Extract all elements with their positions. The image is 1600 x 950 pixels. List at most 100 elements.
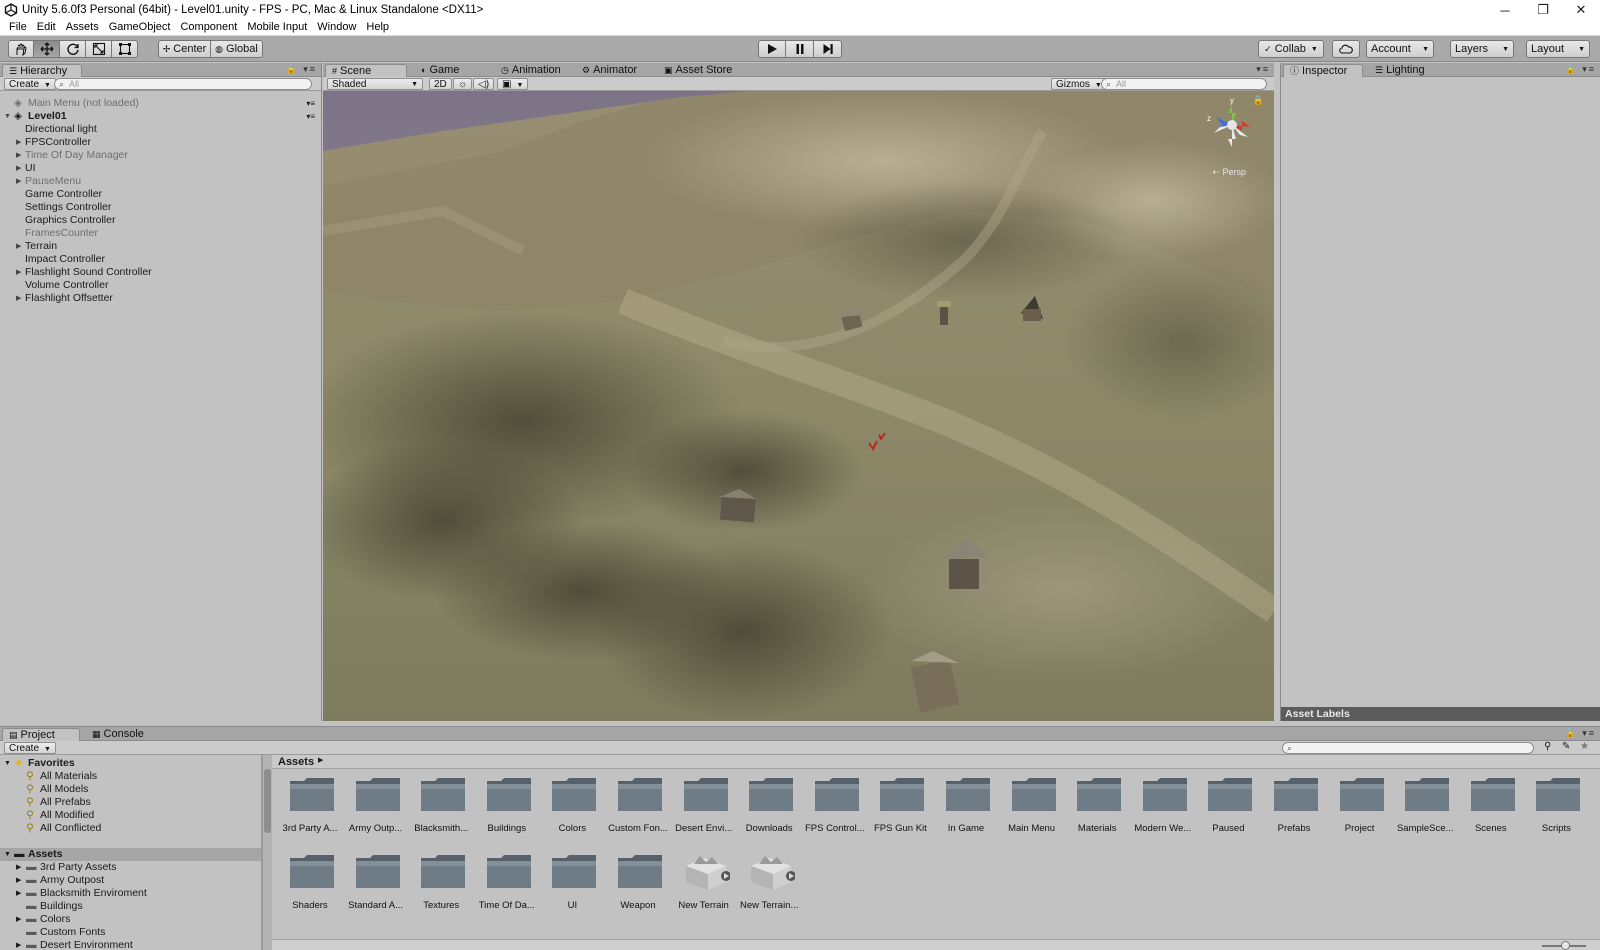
- gizmos-dropdown[interactable]: Gizmos ▼: [1051, 78, 1107, 90]
- hierarchy-item[interactable]: ▶ FPSController: [0, 136, 321, 149]
- scene-search-input[interactable]: ⌕ All: [1101, 78, 1267, 90]
- hierarchy-item[interactable]: Settings Controller: [0, 201, 321, 214]
- asset-tree-item[interactable]: ▶ ▬ Desert Environment: [0, 939, 261, 950]
- layers-dropdown[interactable]: Layers ▼: [1450, 40, 1514, 58]
- cloud-button[interactable]: [1332, 40, 1360, 58]
- tab-project[interactable]: ▤ Project: [2, 728, 80, 741]
- rotate-tool-button[interactable]: [60, 40, 86, 58]
- asset-tree-item[interactable]: ▶ ▬ 3rd Party Assets: [0, 861, 261, 874]
- folder-tile[interactable]: UI: [542, 848, 602, 918]
- hierarchy-search-input[interactable]: ⌕ All: [54, 78, 312, 90]
- folder-tile[interactable]: Buildings: [477, 771, 537, 841]
- assets-header[interactable]: ▼ ▬ Assets: [0, 848, 261, 861]
- favorite-item[interactable]: ⚲ All Models: [0, 783, 261, 796]
- folder-tile[interactable]: Colors: [542, 771, 602, 841]
- hierarchy-item[interactable]: ▶ Time Of Day Manager: [0, 149, 321, 162]
- hierarchy-create-button[interactable]: Create ▼: [4, 78, 56, 90]
- menu-assets[interactable]: Assets: [61, 21, 104, 33]
- hierarchy-item[interactable]: Impact Controller: [0, 253, 321, 266]
- view-gizmo[interactable]: y z: [1204, 97, 1260, 153]
- 2d-toggle-button[interactable]: 2D: [429, 78, 452, 90]
- expand-arrow-icon[interactable]: ▶: [16, 149, 21, 162]
- hierarchy-item[interactable]: Directional light: [0, 123, 321, 136]
- folder-tile[interactable]: SampleSce...: [1395, 771, 1455, 841]
- folder-tile[interactable]: Time Of Da...: [477, 848, 537, 918]
- hierarchy-item[interactable]: Game Controller: [0, 188, 321, 201]
- asset-tree-item[interactable]: ▬ Buildings: [0, 900, 261, 913]
- folder-tile[interactable]: Prefabs: [1264, 771, 1324, 841]
- expand-arrow-icon[interactable]: ▶: [16, 162, 21, 175]
- tab-lighting[interactable]: ☰ Lighting: [1369, 64, 1433, 77]
- folder-tile[interactable]: Desert Envi...: [674, 771, 734, 841]
- hierarchy-item[interactable]: Graphics Controller: [0, 214, 321, 227]
- asset-tree-item[interactable]: ▶ ▬ Colors: [0, 913, 261, 926]
- lock-icon[interactable]: 🔒: [1253, 95, 1264, 106]
- folder-tile[interactable]: FPS Gun Kit: [870, 771, 930, 841]
- folder-tile[interactable]: Standard A...: [346, 848, 406, 918]
- expand-arrow-icon[interactable]: ▶: [16, 939, 21, 950]
- folder-tile[interactable]: Modern We...: [1133, 771, 1193, 841]
- expand-arrow-icon[interactable]: ▶: [16, 136, 21, 149]
- menu-window[interactable]: Window: [312, 21, 361, 33]
- asset-tree-item[interactable]: ▬ Custom Fonts: [0, 926, 261, 939]
- shading-mode-dropdown[interactable]: Shaded ▼: [327, 78, 423, 90]
- filter-by-type-icon[interactable]: ⚲: [1544, 741, 1551, 752]
- pivot-global-button[interactable]: ◍ Global: [211, 40, 263, 58]
- expand-arrow-icon[interactable]: ▼: [4, 110, 11, 123]
- rect-tool-button[interactable]: [112, 40, 138, 58]
- hierarchy-item[interactable]: Volume Controller: [0, 279, 321, 292]
- collab-button[interactable]: ✓ Collab ▼: [1258, 40, 1324, 58]
- tab-game[interactable]: ◐ Game: [415, 64, 467, 77]
- scene-viewport[interactable]: y z ⇠ Persp 🔒: [323, 91, 1274, 721]
- panel-options-icon[interactable]: 🔒 ▾≡: [1565, 728, 1596, 739]
- expand-arrow-icon[interactable]: ▶: [16, 874, 21, 887]
- hierarchy-item[interactable]: ▶ Flashlight Offsetter: [0, 292, 321, 305]
- folder-tile[interactable]: In Game: [936, 771, 996, 841]
- favorites-header[interactable]: ▼ ★ Favorites: [0, 757, 261, 770]
- menu-component[interactable]: Component: [175, 21, 242, 33]
- menu-file[interactable]: File: [4, 21, 32, 33]
- expand-arrow-icon[interactable]: ▶: [16, 175, 21, 188]
- folder-tile[interactable]: Weapon: [608, 848, 668, 918]
- terrain-asset-tile[interactable]: New Terrain...: [739, 848, 799, 918]
- terrain-render[interactable]: [323, 91, 1274, 721]
- favorite-star-icon[interactable]: ★: [1580, 741, 1589, 752]
- expand-arrow-icon[interactable]: ▼: [4, 757, 11, 770]
- project-create-button[interactable]: Create ▼: [4, 742, 56, 754]
- tab-hierarchy[interactable]: ☰ Hierarchy: [2, 64, 82, 77]
- folder-tile[interactable]: Paused: [1198, 771, 1258, 841]
- folder-tile[interactable]: Scripts: [1526, 771, 1586, 841]
- favorite-item[interactable]: ⚲ All Materials: [0, 770, 261, 783]
- folder-tile[interactable]: FPS Control...: [805, 771, 865, 841]
- tab-console[interactable]: ▦ Console: [86, 728, 152, 741]
- menu-help[interactable]: Help: [361, 21, 394, 33]
- folder-tile[interactable]: Main Menu: [1002, 771, 1062, 841]
- tab-scene[interactable]: # Scene: [325, 64, 407, 77]
- folder-tile[interactable]: Shaders: [280, 848, 340, 918]
- favorite-item[interactable]: ⚲ All Prefabs: [0, 796, 261, 809]
- folder-tile[interactable]: Army Outp...: [346, 771, 406, 841]
- close-button[interactable]: ✕: [1562, 0, 1600, 20]
- account-dropdown[interactable]: Account ▼: [1366, 40, 1434, 58]
- expand-arrow-icon[interactable]: ▶: [16, 861, 21, 874]
- expand-arrow-icon[interactable]: ▶: [16, 887, 21, 900]
- pivot-center-button[interactable]: ✢ Center: [158, 40, 211, 58]
- asset-labels-bar[interactable]: Asset Labels: [1281, 707, 1600, 721]
- scale-tool-button[interactable]: [86, 40, 112, 58]
- folder-tile[interactable]: Scenes: [1461, 771, 1521, 841]
- pause-button[interactable]: [786, 40, 814, 58]
- scene-lighting-toggle[interactable]: ☼: [453, 78, 473, 90]
- minimize-button[interactable]: ─: [1486, 0, 1524, 20]
- terrain-asset-tile[interactable]: New Terrain: [674, 848, 734, 918]
- hierarchy-item[interactable]: ▶ UI: [0, 162, 321, 175]
- folder-tile[interactable]: Textures: [411, 848, 471, 918]
- tab-asset-store[interactable]: ▣ Asset Store: [658, 64, 740, 77]
- folder-tile[interactable]: Custom Fon...: [608, 771, 668, 841]
- axis-gizmo-icon[interactable]: y z: [1204, 97, 1260, 153]
- hierarchy-item[interactable]: ▶ Flashlight Sound Controller: [0, 266, 321, 279]
- folder-tile[interactable]: 3rd Party A...: [280, 771, 340, 841]
- menu-mobile-input[interactable]: Mobile Input: [242, 21, 312, 33]
- scene-options-icon[interactable]: ▾≡: [306, 110, 315, 123]
- expand-arrow-icon[interactable]: ▶: [16, 266, 21, 279]
- panel-options-icon[interactable]: ▾≡: [1256, 64, 1270, 75]
